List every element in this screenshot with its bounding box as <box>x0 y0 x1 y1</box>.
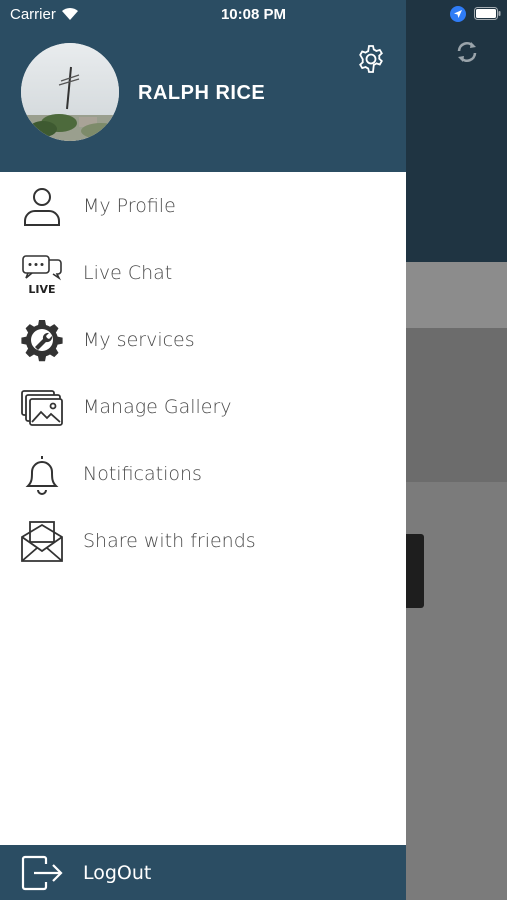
svg-text:LIVE: LIVE <box>28 283 55 295</box>
menu-item-label: My services <box>83 329 195 351</box>
location-icon <box>450 6 466 22</box>
menu-item-my-services[interactable]: My services <box>0 306 406 373</box>
dragonfly-photo <box>21 43 119 141</box>
logout-icon <box>21 855 63 891</box>
menu-item-manage-gallery[interactable]: Manage Gallery <box>0 373 406 440</box>
status-bar: Carrier 10:08 PM <box>0 0 507 28</box>
gear-icon[interactable] <box>355 43 387 75</box>
live-chat-icon: LIVE <box>22 255 62 295</box>
menu-item-label: Notifications <box>83 463 202 485</box>
status-time: 10:08 PM <box>220 6 287 23</box>
user-icon <box>24 188 60 226</box>
envelope-icon <box>21 521 63 562</box>
logout-label: LogOut <box>83 862 152 884</box>
menu-item-notifications[interactable]: Notifications <box>0 440 406 507</box>
menu-item-label: My Profile <box>83 195 176 217</box>
services-gear-wrench-icon <box>21 320 63 362</box>
gallery-icon <box>21 390 63 426</box>
menu-item-live-chat[interactable]: LIVE Live Chat <box>0 239 406 306</box>
menu-item-share-with-friends[interactable]: Share with friends <box>0 507 406 574</box>
menu-item-my-profile[interactable]: My Profile <box>0 172 406 239</box>
navigation-drawer: RALPH RICE My Profile LIVE Live Chat My … <box>0 0 406 900</box>
bell-icon <box>25 456 59 495</box>
battery-icon <box>474 7 501 20</box>
user-name: RALPH RICE <box>138 82 266 104</box>
avatar[interactable] <box>21 43 119 141</box>
menu-item-label: Live Chat <box>83 262 173 284</box>
refresh-icon[interactable] <box>455 40 479 64</box>
logout-button[interactable]: LogOut <box>0 845 406 900</box>
menu-item-label: Manage Gallery <box>83 396 232 418</box>
menu-item-label: Share with friends <box>83 530 256 552</box>
